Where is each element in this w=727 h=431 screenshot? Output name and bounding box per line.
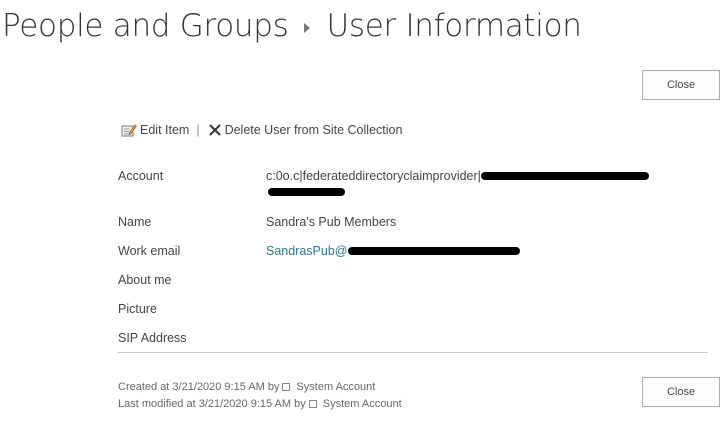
redaction-bar — [480, 171, 649, 180]
picture-label: Picture — [118, 302, 157, 316]
created-user-link[interactable]: System Account — [296, 381, 375, 393]
footer-divider — [118, 352, 708, 353]
modified-user-link[interactable]: System Account — [323, 398, 402, 410]
work-email-value: SandrasPub@ — [266, 244, 520, 258]
modified-line: Last modified at 3/21/2020 9:15 AM by Sys… — [118, 396, 402, 413]
redaction-bar — [347, 246, 520, 255]
edit-item-button[interactable]: Edit Item — [121, 123, 189, 137]
name-value: Sandra's Pub Members — [266, 215, 397, 229]
account-label: Account — [118, 169, 164, 183]
item-metadata-footer: Created at 3/21/2020 9:15 AM by System Ac… — [118, 379, 402, 413]
about-me-label: About me — [118, 273, 172, 287]
created-line: Created at 3/21/2020 9:15 AM by System Ac… — [118, 379, 402, 396]
account-value-text: c:0o.c|federateddirectoryclaimprovider| — [266, 169, 481, 183]
toolbar-separator: | — [196, 123, 200, 137]
breadcrumb-parent-link[interactable]: People and Groups — [2, 8, 289, 44]
work-email-link[interactable]: SandrasPub@ — [266, 244, 348, 258]
item-toolbar: Edit Item | Delete User from Site Collec… — [121, 123, 402, 137]
breadcrumb-chevron-icon — [304, 23, 311, 33]
close-button-bottom[interactable]: Close — [642, 377, 720, 407]
edit-item-icon — [121, 124, 137, 137]
delete-x-icon — [208, 124, 221, 136]
modified-text: Last modified at 3/21/2020 9:15 AM by — [118, 398, 306, 410]
page-title-breadcrumb: People and Groups User Information — [2, 4, 582, 48]
sip-address-label: SIP Address — [118, 331, 187, 345]
user-information-page: People and Groups User Information Close… — [0, 0, 727, 431]
page-title: User Information — [326, 8, 582, 44]
redaction-bar — [268, 188, 345, 196]
created-text: Created at 3/21/2020 9:15 AM by — [118, 381, 280, 393]
delete-user-button[interactable]: Delete User from Site Collection — [208, 123, 403, 137]
user-presence-icon[interactable] — [308, 400, 317, 408]
work-email-label: Work email — [118, 244, 181, 258]
user-presence-icon[interactable] — [282, 383, 291, 391]
delete-user-label: Delete User from Site Collection — [224, 123, 403, 137]
close-button-top[interactable]: Close — [642, 70, 720, 100]
edit-item-label: Edit Item — [140, 123, 190, 137]
name-label: Name — [118, 215, 152, 229]
account-value: c:0o.c|federateddirectoryclaimprovider| — [266, 169, 649, 183]
